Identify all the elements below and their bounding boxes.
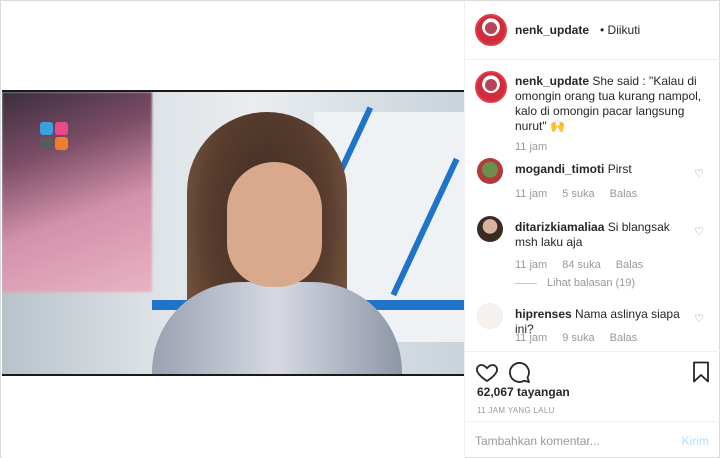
comment-time[interactable]: 11 jam (515, 188, 547, 200)
heart-icon[interactable]: ♡ (693, 168, 705, 180)
comment-username[interactable]: hiprenses (515, 307, 572, 321)
comment-likes[interactable]: 9 suka (562, 332, 594, 344)
follow-status[interactable]: • Diikuti (600, 23, 640, 37)
avatar[interactable] (477, 158, 503, 184)
heart-icon[interactable] (475, 360, 499, 384)
comment-meta: 11 jam 9 suka Balas (515, 332, 652, 344)
comment-meta: 11 jam 5 suka Balas (515, 188, 652, 200)
media-pane (2, 2, 464, 458)
comment-composer: Kirim (465, 421, 720, 458)
send-button[interactable]: Kirim (682, 434, 709, 448)
comment-likes[interactable]: 84 suka (562, 259, 601, 271)
replies-line (515, 282, 537, 284)
view-count[interactable]: 62,067 tayangan (477, 385, 570, 399)
comment-text: mogandi_timoti Pirst (515, 162, 685, 177)
post-dialog: nenk_update • Diikuti nenk_update She sa… (0, 0, 720, 458)
video-player[interactable] (2, 90, 464, 376)
avatar[interactable] (477, 216, 503, 242)
reply-button[interactable]: Balas (616, 259, 644, 271)
caption-time[interactable]: 11 jam (515, 141, 547, 153)
list-item: mogandi_timoti Pirst ♡ 11 jam 5 suka Bal… (465, 158, 720, 208)
comment-icon[interactable] (507, 360, 531, 384)
comment-input[interactable] (475, 432, 665, 450)
video-person-face (227, 162, 322, 287)
heart-icon[interactable]: ♡ (693, 313, 705, 325)
channel-logo-icon (40, 122, 72, 154)
heart-icon[interactable]: ♡ (693, 226, 705, 238)
comment-username[interactable]: mogandi_timoti (515, 162, 604, 176)
post-header: nenk_update • Diikuti (465, 2, 720, 60)
view-replies-button[interactable]: Lihat balasan (19) (515, 277, 635, 289)
view-replies-label[interactable]: Lihat balasan (19) (547, 277, 635, 289)
post-sidebar: nenk_update • Diikuti nenk_update She sa… (464, 2, 720, 458)
avatar[interactable] (477, 303, 503, 329)
comment-text: ditarizkiamaliaa Si blangsak msh laku aj… (515, 220, 685, 250)
bookmark-icon[interactable] (689, 360, 713, 384)
avatar[interactable] (475, 14, 507, 46)
video-sign (2, 92, 152, 292)
reply-button[interactable]: Balas (610, 332, 638, 344)
caption-text: nenk_update She said : "Kalau di omongin… (515, 74, 711, 134)
comment-body: Pirst (607, 162, 632, 176)
list-item: ditarizkiamaliaa Si blangsak msh laku aj… (465, 216, 720, 271)
post-username[interactable]: nenk_update (515, 23, 589, 37)
comment-likes[interactable]: 5 suka (562, 188, 594, 200)
comment-meta: 11 jam 84 suka Balas (515, 259, 658, 271)
avatar[interactable] (475, 71, 507, 103)
reply-button[interactable]: Balas (610, 188, 638, 200)
post-timestamp[interactable]: 11 JAM YANG LALU (477, 406, 555, 415)
comment-username[interactable]: ditarizkiamaliaa (515, 220, 604, 234)
caption-username[interactable]: nenk_update (515, 74, 589, 88)
list-item: hiprenses Nama aslinya siapa ini? ♡ 11 j… (465, 303, 720, 351)
comment-time[interactable]: 11 jam (515, 332, 547, 344)
comments-list[interactable]: nenk_update She said : "Kalau di omongin… (465, 61, 720, 351)
comment-time[interactable]: 11 jam (515, 259, 547, 271)
